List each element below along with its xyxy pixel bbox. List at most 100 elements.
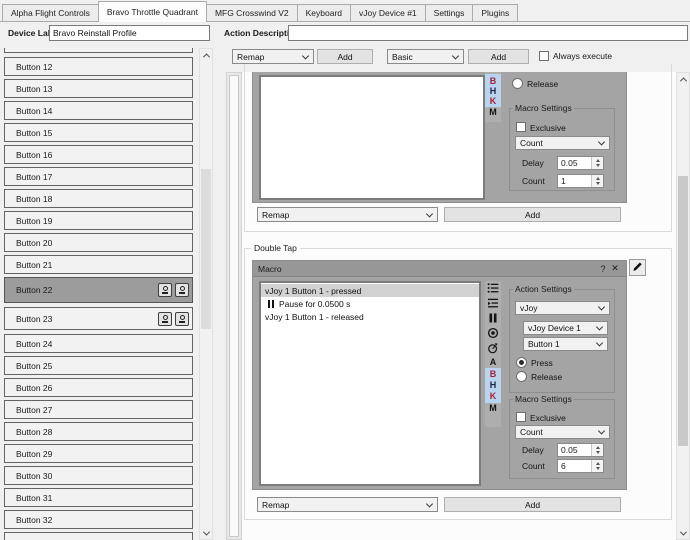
sidebar-button-14[interactable]: Button 14 bbox=[4, 101, 193, 120]
sidebar-button-12[interactable]: Button 12 bbox=[4, 57, 193, 76]
delay-spinbox[interactable]: 0.05 bbox=[557, 443, 604, 457]
count-spinbox[interactable]: 1 bbox=[557, 174, 604, 188]
sidebar-button-32[interactable]: Button 32 bbox=[4, 510, 193, 529]
pause-step-icon[interactable] bbox=[487, 312, 499, 324]
letter-m-button[interactable]: M bbox=[485, 107, 501, 118]
sidebar-scrollbar[interactable] bbox=[199, 48, 213, 540]
sidebar-button-15[interactable]: Button 15 bbox=[4, 123, 193, 142]
letter-b-button[interactable]: B bbox=[485, 369, 501, 380]
tab-vjoy-device-1[interactable]: vJoy Device #1 bbox=[350, 4, 426, 21]
action-description-input[interactable] bbox=[288, 25, 688, 41]
insert-action-icon[interactable] bbox=[487, 297, 499, 309]
scrollbar-down-arrow-icon[interactable] bbox=[677, 527, 689, 539]
record-icon[interactable] bbox=[487, 327, 499, 339]
section-add-button[interactable]: Add bbox=[444, 207, 621, 222]
always-execute-checkbox[interactable] bbox=[539, 51, 549, 61]
macro-step-row-pause[interactable]: Pause for 0.0500 s bbox=[261, 297, 479, 310]
action-type-select[interactable]: Remap bbox=[232, 49, 314, 64]
exclusive-checkbox[interactable] bbox=[516, 122, 526, 132]
sidebar-button-29[interactable]: Button 29 bbox=[4, 444, 193, 463]
sidebar-button-17[interactable]: Button 17 bbox=[4, 167, 193, 186]
tab-plugins[interactable]: Plugins bbox=[472, 4, 518, 21]
delay-spinbox[interactable]: 0.05 bbox=[557, 156, 604, 170]
sidebar-button-partial-top[interactable] bbox=[4, 48, 193, 53]
sidebar-button-20[interactable]: Button 20 bbox=[4, 233, 193, 252]
viewport-left-scrollbar[interactable] bbox=[226, 72, 242, 540]
section-add-button[interactable]: Add bbox=[444, 497, 621, 512]
letter-a-button[interactable]: A bbox=[485, 357, 501, 368]
sidebar-button-30[interactable]: Button 30 bbox=[4, 466, 193, 485]
sidebar-button-13[interactable]: Button 13 bbox=[4, 79, 193, 98]
sidebar-button-25[interactable]: Button 25 bbox=[4, 356, 193, 375]
spin-buttons[interactable] bbox=[591, 460, 603, 472]
sidebar-button-31[interactable]: Button 31 bbox=[4, 488, 193, 507]
sidebar-button-partial-bottom[interactable] bbox=[4, 532, 193, 540]
add-condition-button[interactable]: Add bbox=[468, 49, 529, 64]
edit-macro-button[interactable] bbox=[629, 259, 646, 276]
letter-k-button[interactable]: K bbox=[485, 96, 501, 107]
action-kind-select[interactable]: vJoy bbox=[515, 301, 610, 315]
macro-step-row-released[interactable]: vJoy 1 Button 1 - released bbox=[261, 310, 479, 323]
scrollbar-thumb[interactable] bbox=[229, 75, 239, 537]
sidebar-button-21[interactable]: Button 21 bbox=[4, 255, 193, 274]
add-action-button[interactable]: Add bbox=[317, 49, 373, 64]
close-icon[interactable]: ✕ bbox=[609, 263, 621, 274]
spin-value: 6 bbox=[561, 461, 566, 472]
sidebar-button-24[interactable]: Button 24 bbox=[4, 334, 193, 353]
macro-step-list[interactable] bbox=[259, 75, 485, 200]
chevron-down-icon bbox=[426, 500, 433, 507]
scrollbar-down-arrow-icon[interactable] bbox=[200, 527, 212, 539]
sidebar-button-23[interactable]: Button 23 bbox=[4, 307, 193, 330]
repeat-mode-select[interactable]: Count bbox=[515, 425, 610, 439]
count-spinbox[interactable]: 6 bbox=[557, 459, 604, 473]
select-value: Remap bbox=[262, 500, 289, 510]
macro-panel-top: B H K M Release Macro Settings Exclusive… bbox=[252, 72, 627, 203]
group-title: Macro Settings bbox=[513, 103, 574, 113]
tab-mfg-crosswind-v2[interactable]: MFG Crosswind V2 bbox=[206, 4, 298, 21]
vjoy-button-select[interactable]: Button 1 bbox=[523, 337, 608, 351]
delay-timer-icon[interactable] bbox=[487, 342, 499, 354]
exclusive-checkbox[interactable] bbox=[516, 412, 526, 422]
spin-buttons[interactable] bbox=[591, 175, 603, 187]
section-action-select[interactable]: Remap bbox=[257, 497, 438, 512]
sidebar-button-label: Button 15 bbox=[16, 128, 52, 138]
sidebar-button-27[interactable]: Button 27 bbox=[4, 400, 193, 419]
letter-h-button[interactable]: H bbox=[485, 380, 501, 391]
vjoy-device-select[interactable]: vJoy Device 1 bbox=[523, 321, 608, 335]
tab-settings[interactable]: Settings bbox=[425, 4, 474, 21]
scrollbar-up-arrow-icon[interactable] bbox=[677, 73, 689, 85]
release-radio[interactable] bbox=[512, 78, 523, 89]
condition-type-select[interactable]: Basic bbox=[387, 49, 464, 64]
release-radio[interactable] bbox=[516, 371, 527, 382]
macro-step-row-pressed[interactable]: vJoy 1 Button 1 - pressed bbox=[261, 284, 479, 297]
sidebar-button-16[interactable]: Button 16 bbox=[4, 145, 193, 164]
sidebar-button-28[interactable]: Button 28 bbox=[4, 422, 193, 441]
scrollbar-thumb[interactable] bbox=[201, 169, 211, 329]
letter-k-button[interactable]: K bbox=[485, 391, 501, 402]
sidebar-button-label: Button 26 bbox=[16, 383, 52, 393]
button-action-icon bbox=[158, 283, 172, 297]
press-radio[interactable] bbox=[516, 357, 527, 368]
viewport-right-scrollbar[interactable] bbox=[676, 72, 690, 540]
help-button[interactable]: ? bbox=[597, 264, 609, 274]
assigned-action-icons bbox=[158, 283, 189, 297]
device-label-input[interactable] bbox=[49, 25, 210, 41]
chevron-down-icon bbox=[302, 52, 309, 59]
tab-keyboard[interactable]: Keyboard bbox=[297, 4, 351, 21]
tab-alpha-flight-controls[interactable]: Alpha Flight Controls bbox=[2, 4, 99, 21]
sidebar-button-18[interactable]: Button 18 bbox=[4, 189, 193, 208]
letter-m-button[interactable]: M bbox=[485, 403, 501, 414]
tab-bravo-throttle-quadrant[interactable]: Bravo Throttle Quadrant bbox=[98, 1, 207, 22]
sidebar-button-label: Button 25 bbox=[16, 361, 52, 371]
scrollbar-up-arrow-icon[interactable] bbox=[200, 49, 212, 61]
repeat-mode-select[interactable]: Count bbox=[515, 136, 610, 150]
macro-step-list[interactable]: vJoy 1 Button 1 - pressed Pause for 0.05… bbox=[259, 281, 481, 486]
sidebar-button-22-selected[interactable]: Button 22 bbox=[4, 277, 193, 303]
section-action-select[interactable]: Remap bbox=[257, 207, 438, 222]
sidebar-button-19[interactable]: Button 19 bbox=[4, 211, 193, 230]
spin-buttons[interactable] bbox=[591, 157, 603, 169]
spin-buttons[interactable] bbox=[591, 444, 603, 456]
action-list-icon[interactable] bbox=[487, 282, 499, 294]
scrollbar-thumb[interactable] bbox=[678, 176, 688, 446]
sidebar-button-26[interactable]: Button 26 bbox=[4, 378, 193, 397]
